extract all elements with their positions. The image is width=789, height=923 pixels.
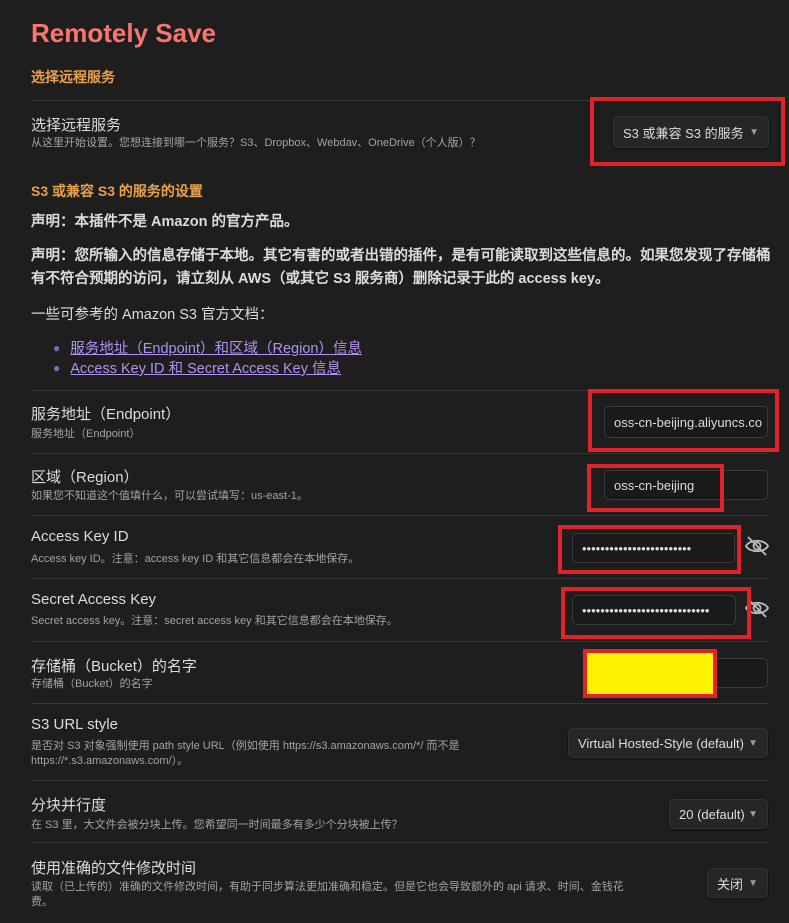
- url-style-select[interactable]: Virtual Hosted-Style (default) ▼: [568, 728, 768, 758]
- parts-concurrency-setting-name: 分块并行度: [31, 797, 107, 814]
- endpoint-input[interactable]: oss-cn-beijing.aliyuncs.co: [604, 406, 768, 438]
- service-setting-name: 选择远程服务: [31, 117, 122, 134]
- bullet-icon: ●: [53, 360, 61, 375]
- docs-link-access-keys[interactable]: Access Key ID 和 Secret Access Key 信息: [70, 357, 341, 378]
- redaction-highlight: [583, 649, 717, 698]
- divider: [31, 703, 769, 704]
- mtime-setting-name: 使用准确的文件修改时间: [31, 860, 197, 877]
- service-select[interactable]: S3 或兼容 S3 的服务 ▼: [613, 116, 769, 148]
- secret-access-key-setting-name: Secret Access Key: [31, 591, 157, 608]
- disclaimer-local-storage: 声明：您所输入的信息存储于本地。其它有害的或者出错的插件，是有可能读取到这些信息…: [31, 248, 771, 287]
- endpoint-setting-desc: 服务地址（Endpoint）: [31, 428, 141, 440]
- chevron-down-icon: ▼: [748, 737, 758, 749]
- region-setting-name: 区域（Region）: [31, 469, 139, 486]
- eye-off-icon[interactable]: [744, 597, 770, 619]
- docs-list-item: ● Access Key ID 和 Secret Access Key 信息: [53, 357, 341, 378]
- access-key-id-setting-desc: Access key ID。注意：access key ID 和其它信息都会在本…: [31, 553, 360, 565]
- mtime-setting-desc: 读取（已上传的）准确的文件修改时间，有助于同步算法更加准确和稳定。但是它也会导致…: [31, 881, 624, 893]
- secret-access-key-setting-desc: Secret access key。注意：secret access key 和…: [31, 615, 398, 627]
- url-style-select-value: Virtual Hosted-Style (default): [578, 735, 744, 751]
- parts-concurrency-select[interactable]: 20 (default) ▼: [669, 799, 768, 829]
- region-setting-desc: 如果您不知道这个值填什么，可以尝试填写：us-east-1。: [31, 490, 308, 502]
- disclaimer-official: 声明：本插件不是 Amazon 的官方产品。: [31, 214, 299, 230]
- docs-list-item: ● 服务地址（Endpoint）和区域（Region）信息: [53, 337, 362, 358]
- divider: [31, 100, 769, 101]
- section-heading-remote-service: 选择远程服务: [31, 69, 115, 85]
- service-setting-desc: 从这里开始设置。您想连接到哪一个服务？S3、Dropbox、Webdav、One…: [31, 137, 481, 149]
- secret-access-key-input[interactable]: ••••••••••••••••••••••••••••: [572, 595, 736, 625]
- bullet-icon: ●: [53, 340, 61, 355]
- service-select-value: S3 或兼容 S3 的服务: [623, 125, 744, 141]
- region-input[interactable]: oss-cn-beijing: [604, 470, 768, 500]
- mtime-select[interactable]: 关闭 ▼: [707, 868, 768, 898]
- divider: [31, 641, 769, 642]
- docs-intro: 一些可参考的 Amazon S3 官方文档：: [31, 307, 274, 323]
- parts-concurrency-setting-desc: 在 S3 里，大文件会被分块上传。您希望同一时间最多有多少个分块被上传？: [31, 819, 403, 831]
- divider: [31, 578, 769, 579]
- chevron-down-icon: ▼: [748, 808, 758, 820]
- mtime-select-value: 关闭: [717, 876, 744, 892]
- bucket-setting-name: 存储桶（Bucket）的名字: [31, 658, 197, 675]
- docs-link-endpoint-region[interactable]: 服务地址（Endpoint）和区域（Region）信息: [70, 337, 362, 358]
- page-title: Remotely Save: [31, 18, 216, 48]
- chevron-down-icon: ▼: [749, 126, 759, 138]
- divider: [31, 842, 769, 843]
- url-style-setting-desc-cont: https://*.s3.amazonaws.com/）。: [31, 755, 189, 767]
- chevron-down-icon: ▼: [748, 877, 758, 889]
- divider: [31, 390, 769, 391]
- access-key-id-setting-name: Access Key ID: [31, 528, 129, 545]
- parts-concurrency-select-value: 20 (default): [679, 806, 745, 822]
- access-key-id-input[interactable]: ••••••••••••••••••••••••: [572, 533, 735, 563]
- divider: [31, 453, 769, 454]
- url-style-setting-name: S3 URL style: [31, 716, 118, 733]
- divider: [31, 780, 769, 781]
- section-heading-s3: S3 或兼容 S3 的服务的设置: [31, 183, 203, 199]
- bucket-setting-desc: 存储桶（Bucket）的名字: [31, 678, 153, 690]
- divider: [31, 515, 769, 516]
- mtime-setting-desc-cont: 费。: [31, 896, 53, 908]
- endpoint-setting-name: 服务地址（Endpoint）: [31, 406, 181, 423]
- eye-off-icon[interactable]: [744, 535, 770, 557]
